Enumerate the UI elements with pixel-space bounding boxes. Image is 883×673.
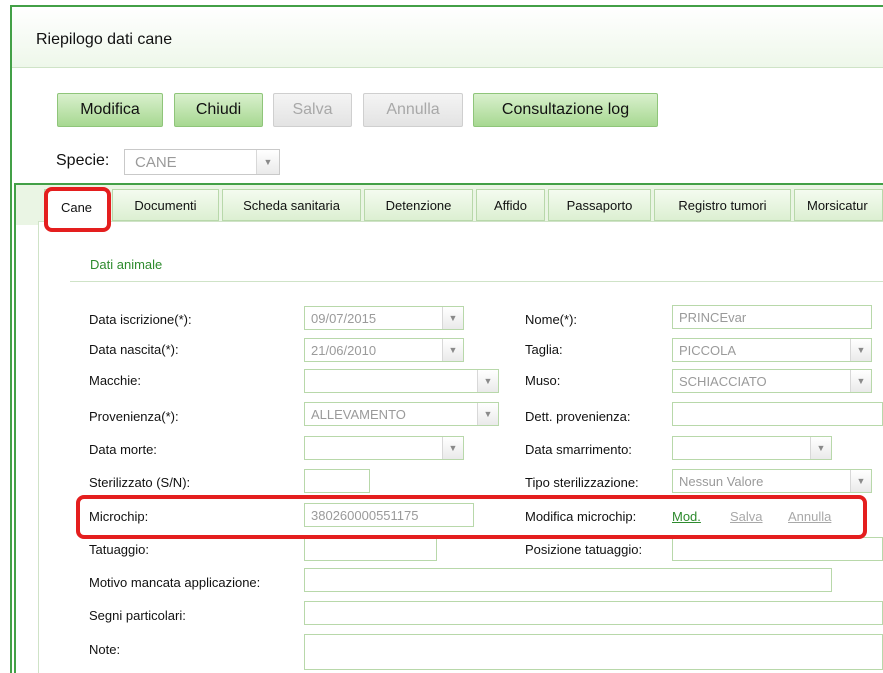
- data-iscrizione-select[interactable]: 09/07/2015 ▼: [304, 306, 464, 330]
- modifica-button[interactable]: Modifica: [57, 93, 163, 127]
- taglia-value: PICCOLA: [679, 343, 737, 358]
- segni-label: Segni particolari:: [89, 608, 186, 623]
- chevron-down-icon: ▼: [850, 370, 871, 392]
- tab-documenti[interactable]: Documenti: [112, 189, 219, 221]
- consultazione-log-button[interactable]: Consultazione log: [473, 93, 658, 127]
- motivo-input[interactable]: [304, 568, 832, 592]
- specie-select[interactable]: CANE ▼: [124, 149, 280, 175]
- data-morte-label: Data morte:: [89, 442, 157, 457]
- tab-morsicature[interactable]: Morsicatur: [794, 189, 883, 221]
- page-title: Riepilogo dati cane: [36, 31, 173, 48]
- tipo-sterilizzazione-value: Nessun Valore: [679, 474, 764, 489]
- tab-highlight: [44, 187, 111, 232]
- chevron-down-icon: ▼: [256, 150, 279, 174]
- data-nascita-value: 21/06/2010: [311, 343, 377, 358]
- chiudi-button[interactable]: Chiudi: [174, 93, 263, 127]
- salva-button[interactable]: Salva: [273, 93, 352, 127]
- chevron-down-icon: ▼: [442, 437, 463, 459]
- chevron-down-icon: ▼: [477, 403, 498, 425]
- tab-detenzione[interactable]: Detenzione: [364, 189, 473, 221]
- muso-select[interactable]: SCHIACCIATO ▼: [672, 369, 872, 393]
- motivo-label: Motivo mancata applicazione:: [89, 575, 261, 590]
- section-divider: [70, 281, 883, 282]
- tipo-sterilizzazione-select[interactable]: Nessun Valore ▼: [672, 469, 872, 493]
- chevron-down-icon: ▼: [442, 307, 463, 329]
- data-iscrizione-label: Data iscrizione(*):: [89, 312, 192, 327]
- note-textarea[interactable]: [304, 634, 883, 670]
- provenienza-label: Provenienza(*):: [89, 409, 179, 424]
- tipo-sterilizzazione-label: Tipo sterilizzazione:: [525, 475, 639, 490]
- note-label: Note:: [89, 642, 121, 657]
- posizione-tatuaggio-input[interactable]: [672, 537, 883, 561]
- nome-label: Nome(*):: [525, 312, 578, 327]
- tab-registro-tumori[interactable]: Registro tumori: [654, 189, 791, 221]
- taglia-label: Taglia:: [525, 342, 563, 357]
- data-nascita-select[interactable]: 21/06/2010 ▼: [304, 338, 464, 362]
- posizione-tatuaggio-label: Posizione tatuaggio:: [525, 542, 643, 557]
- chevron-down-icon: ▼: [442, 339, 463, 361]
- tatuaggio-label: Tatuaggio:: [89, 542, 149, 557]
- segni-input[interactable]: [304, 601, 883, 625]
- tatuaggio-input[interactable]: [304, 537, 437, 561]
- nome-input[interactable]: PRINCEvar: [672, 305, 872, 329]
- nome-value: PRINCEvar: [679, 310, 747, 325]
- microchip-highlight: [76, 495, 867, 539]
- tab-affido[interactable]: Affido: [476, 189, 545, 221]
- chevron-down-icon: ▼: [810, 437, 831, 459]
- annulla-button[interactable]: Annulla: [363, 93, 463, 127]
- muso-label: Muso:: [525, 373, 561, 388]
- chevron-down-icon: ▼: [477, 370, 498, 392]
- tab-scheda-sanitaria[interactable]: Scheda sanitaria: [222, 189, 361, 221]
- taglia-select[interactable]: PICCOLA ▼: [672, 338, 872, 362]
- data-nascita-label: Data nascita(*):: [89, 342, 179, 357]
- specie-label: Specie:: [56, 152, 110, 169]
- data-smarrimento-select[interactable]: ▼: [672, 436, 832, 460]
- provenienza-select[interactable]: ALLEVAMENTO ▼: [304, 402, 499, 426]
- section-title: Dati animale: [90, 257, 163, 272]
- data-iscrizione-value: 09/07/2015: [311, 311, 377, 326]
- tab-passaporto[interactable]: Passaporto: [548, 189, 651, 221]
- muso-value: SCHIACCIATO: [679, 374, 767, 389]
- specie-value: CANE: [135, 154, 177, 171]
- sterilizzato-input[interactable]: [304, 469, 370, 493]
- dett-provenienza-label: Dett. provenienza:: [525, 409, 631, 424]
- data-smarrimento-label: Data smarrimento:: [525, 442, 632, 457]
- chevron-down-icon: ▼: [850, 470, 871, 492]
- provenienza-value: ALLEVAMENTO: [311, 407, 406, 422]
- chevron-down-icon: ▼: [850, 339, 871, 361]
- macchie-select[interactable]: ▼: [304, 369, 499, 393]
- macchie-label: Macchie:: [89, 373, 142, 388]
- sterilizzato-label: Sterilizzato (S/N):: [89, 475, 191, 490]
- dett-provenienza-input[interactable]: [672, 402, 883, 426]
- data-morte-select[interactable]: ▼: [304, 436, 464, 460]
